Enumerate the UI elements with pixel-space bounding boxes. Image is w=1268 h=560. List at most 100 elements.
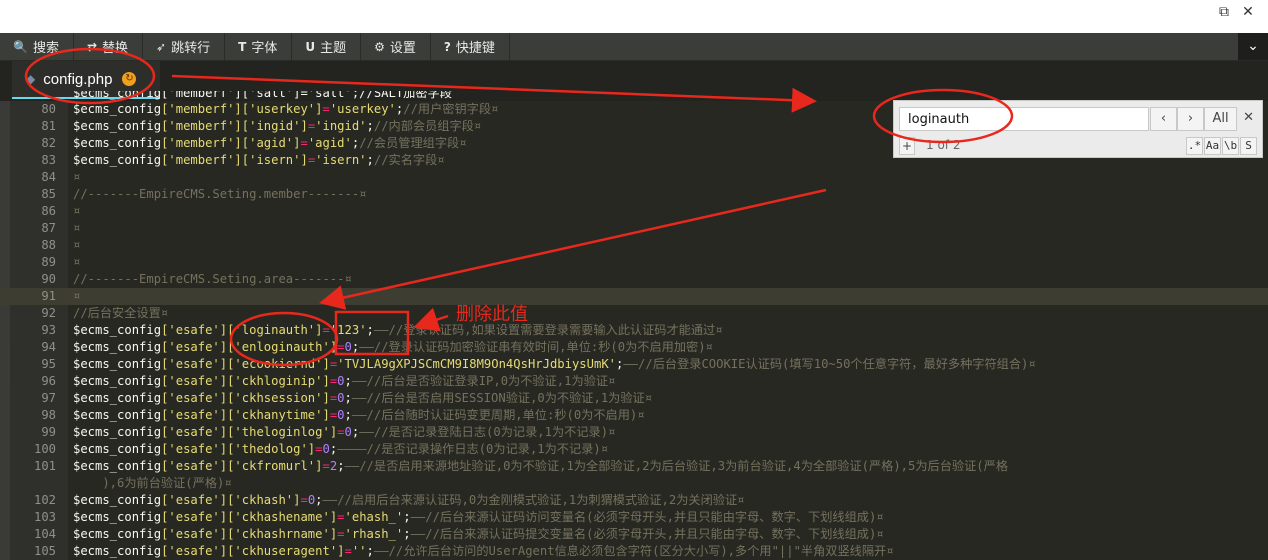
code-editor[interactable]: $ecms_config['memberf']['salt']='salt';/… (0, 91, 1268, 560)
case-sensitive-toggle[interactable]: Aa (1204, 137, 1221, 155)
code-line: 92 //后台安全设置¤ (0, 305, 1268, 322)
code-operator: = (322, 459, 330, 473)
code-comment: ),6为前台验证(严格)¤ (73, 476, 232, 490)
code-line: 99 $ecms_config['esafe']['theloginlog']=0… (0, 424, 1268, 441)
code-array-keys: ['esafe']['ckhsession'] (161, 391, 330, 405)
code-comment: //-------EmpireCMS.Seting.member-------¤ (73, 187, 367, 201)
line-number: 87 (41, 221, 56, 235)
code-line: 91 ¤ (0, 288, 1268, 305)
expand-replace-button[interactable]: + (899, 137, 915, 155)
code-number-value: 0 (337, 391, 345, 405)
line-number: 83 (41, 153, 56, 167)
selection-toggle[interactable]: S (1240, 137, 1257, 155)
code-text: ¤ (73, 254, 80, 271)
whole-word-toggle[interactable]: \b (1222, 137, 1239, 155)
code-comment: //内部会员组字段¤ (373, 119, 482, 133)
help-icon: ? (443, 39, 451, 54)
code-semicolon: ; (403, 510, 411, 524)
font-icon: T (238, 39, 247, 54)
code-semicolon: ; (344, 391, 352, 405)
line-number: 89 (41, 255, 56, 269)
code-variable: $ecms_config (73, 102, 162, 116)
line-number: 84 (41, 170, 56, 184)
code-comment: ——//后台登录COOKIE认证码(填写10~50个任意字符，最好多种字符组合)… (623, 357, 1036, 371)
line-number: 105 (33, 544, 56, 558)
code-array-keys: ['memberf']['agid'] (161, 136, 301, 150)
modified-indicator-icon[interactable]: ↻ (122, 72, 137, 86)
goto-line-icon: ➶ (156, 39, 167, 54)
code-text: $ecms_config['esafe']['ckfromurl']=2;——/… (73, 458, 1008, 475)
code-text: $ecms_config['esafe']['ckhuseragent']=''… (73, 543, 894, 560)
find-prev-button[interactable]: ‹ (1150, 107, 1177, 131)
code-array-keys: ['memberf']['userkey'] (161, 102, 323, 116)
code-comment: ——//是否启用来源地址验证,0为不验证,1为全部验证,2为后台验证,3为前台验… (344, 459, 1009, 473)
code-comment: //用户密钥字段¤ (403, 102, 499, 116)
shortcuts-button[interactable]: ? 快捷键 (431, 33, 510, 60)
code-text: $ecms_config['esafe']['ecookiernd']='TVJ… (73, 356, 1036, 373)
search-icon: 🔍 (13, 39, 28, 54)
find-all-button[interactable]: All (1204, 107, 1237, 131)
line-number: 90 (41, 272, 56, 286)
code-semicolon: ; (315, 493, 323, 507)
code-string-value: 'rhash_' (344, 527, 404, 541)
code-comment: ——//允许后台访问的UserAgent信息必须包含字符(区分大小写),多个用"… (373, 544, 894, 558)
close-window-icon[interactable]: ✕ (1240, 4, 1256, 20)
code-comment: ¤ (73, 204, 81, 218)
code-array-keys: ['esafe']['ckhuseragent'] (161, 544, 345, 558)
line-number: 102 (33, 493, 56, 507)
code-string-value: '123' (329, 323, 367, 337)
line-number: 104 (33, 527, 56, 541)
chevron-down-icon[interactable]: ⌄ (1238, 33, 1268, 60)
replace-icon: ⇄ (86, 39, 98, 54)
theme-button[interactable]: U 主题 (292, 33, 362, 60)
code-comment: //实名字段¤ (373, 153, 445, 167)
line-number: 91 (41, 289, 56, 303)
replace-button-label: 替换 (102, 41, 129, 56)
line-number: 97 (41, 391, 56, 405)
window-controls: ⧉ ✕ (1216, 4, 1256, 20)
line-number: 88 (41, 238, 56, 252)
find-input[interactable] (899, 107, 1149, 131)
code-text: ¤ (73, 220, 80, 237)
code-operator: = (344, 544, 352, 558)
code-number-value: 0 (322, 442, 330, 456)
code-line: 102 $ecms_config['esafe']['ckhash']=0;——/… (0, 492, 1268, 509)
code-array-keys: ['esafe']['ckhanytime'] (161, 408, 330, 422)
goto-line-button[interactable]: ➶ 跳转行 (143, 33, 226, 60)
code-text: $ecms_config['esafe']['ckhashename']='eh… (73, 509, 884, 526)
code-semicolon: ; (344, 408, 352, 422)
line-number: 93 (41, 323, 56, 337)
line-number: 80 (41, 102, 56, 116)
font-button[interactable]: T 字体 (225, 33, 293, 60)
code-comment: ——//后台是否启用SESSION验证,0为不验证,1为验证¤ (351, 391, 653, 405)
code-variable: $ecms_config (73, 119, 162, 133)
code-operator: = (315, 442, 323, 456)
code-text: ¤ (73, 169, 80, 186)
shortcuts-button-label: 快捷键 (455, 41, 495, 56)
restore-window-icon[interactable]: ⧉ (1216, 4, 1232, 20)
code-variable: $ecms_config (73, 323, 162, 337)
code-semicolon: ; (366, 119, 374, 133)
code-line: 93 $ecms_config['esafe']['loginauth']='12… (0, 322, 1268, 339)
code-text: $ecms_config['esafe']['enloginauth']=0;—… (73, 339, 713, 356)
regex-toggle[interactable]: .* (1186, 137, 1203, 155)
code-string-value: 'ingid' (315, 119, 367, 133)
code-comment: //后台安全设置¤ (73, 306, 169, 320)
search-button[interactable]: 🔍 搜索 (0, 33, 74, 60)
code-semicolon: ; (366, 323, 374, 337)
code-text: ¤ (73, 237, 80, 254)
replace-button[interactable]: ⇄ 替换 (74, 33, 144, 60)
code-array-keys: ['esafe']['theloginlog'] (161, 425, 338, 439)
code-variable: $ecms_config (73, 391, 162, 405)
settings-button[interactable]: ⚙ 设置 (361, 33, 431, 60)
find-panel: ‹ › All ✕ + 1 of 2 .* Aa \b S (893, 100, 1263, 158)
settings-button-label: 设置 (389, 41, 416, 56)
code-text: $ecms_config['memberf']['salt']='salt';/… (73, 91, 452, 100)
code-text: $ecms_config['esafe']['theloginlog']=0;—… (73, 424, 615, 441)
code-variable: $ecms_config (73, 544, 162, 558)
code-comment: ——//后台随时认证码变更周期,单位:秒(0为不启用)¤ (351, 408, 645, 422)
find-next-button[interactable]: › (1177, 107, 1204, 131)
close-icon[interactable]: ✕ (1243, 110, 1254, 125)
code-line: 100 $ecms_config['esafe']['thedolog']=0;—… (0, 441, 1268, 458)
line-number: 103 (33, 510, 56, 524)
